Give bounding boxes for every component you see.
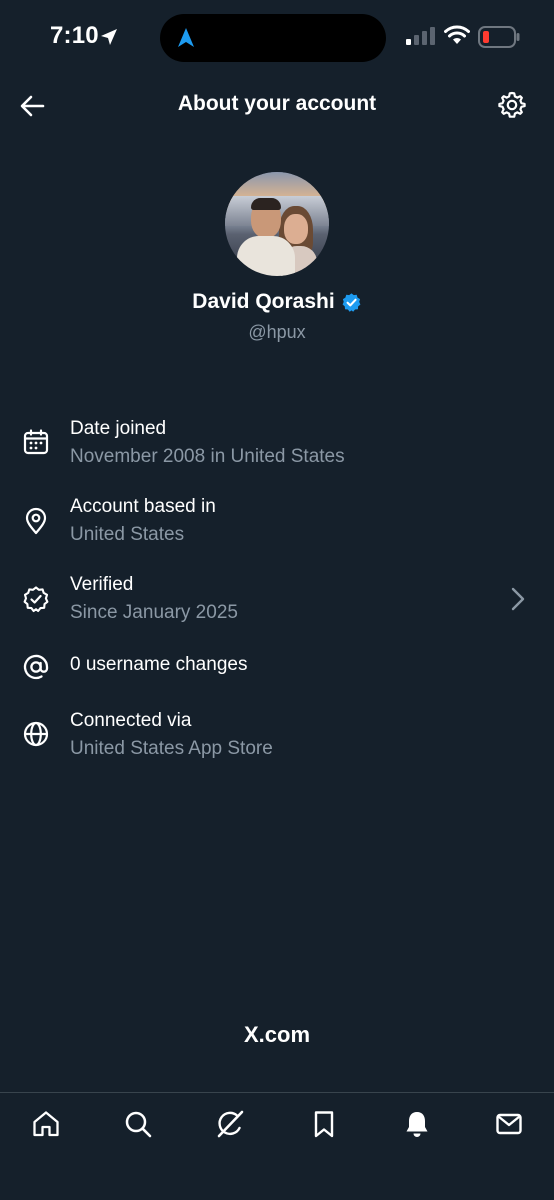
dynamic-island [160,14,386,62]
info-row-verified[interactable]: Verified Since January 2025 [0,564,554,634]
notifications-icon[interactable] [402,1109,432,1139]
info-subtitle: United States App Store [70,738,273,759]
verified-badge-icon [342,292,361,312]
at-sign-icon [23,654,49,680]
user-handle: @hpux [248,322,306,342]
grok-icon[interactable] [215,1109,245,1139]
info-title: Account based in [70,496,216,517]
profile-name-row: David Qorashi [0,290,554,314]
x-logo-letter: X [243,1022,259,1047]
x-com-brand: X.com [0,1022,554,1048]
status-bar: 7:10 [0,0,554,76]
page-title: About your account [177,92,377,115]
info-subtitle: Since January 2025 [70,602,238,623]
cellular-signal-icon [406,27,435,45]
chevron-right-icon [511,587,525,611]
info-row-account-based-in: Account based in United States [0,486,554,556]
verified-badge-outline-icon [23,586,49,613]
location-pin-icon [25,507,47,535]
info-row-connected-via: Connected via United States App Store [0,708,554,778]
navigation-arrow-icon [178,28,194,47]
battery-icon [478,26,520,48]
bookmark-icon[interactable] [309,1109,339,1139]
gear-icon[interactable] [497,90,527,120]
search-icon[interactable] [123,1109,153,1139]
info-title: Connected via [70,710,192,731]
info-subtitle: United States [70,524,185,545]
top-header: About your account [0,76,554,134]
info-row-date-joined: Date joined November 2008 in United Stat… [0,408,554,478]
info-subtitle: November 2008 in United States [70,446,345,467]
display-name: David Qorashi [192,290,335,313]
calendar-icon [23,429,49,455]
messages-icon[interactable] [494,1109,524,1139]
x-com-suffix: .com [258,1022,311,1047]
profile-avatar[interactable] [225,172,329,276]
info-row-username-changes: 0 username changes [0,644,554,690]
wifi-icon [444,25,470,44]
info-title: 0 username changes [70,654,248,675]
info-title: Date joined [70,418,167,439]
home-icon[interactable] [31,1109,61,1139]
info-title: Verified [70,574,134,595]
about-account-screen: 7:10 About your account David Qorashi @h… [0,0,554,1200]
bottom-tab-bar [0,1092,554,1200]
location-arrow-icon [101,29,117,45]
status-time: 7:10 [50,22,99,49]
globe-icon [23,721,49,747]
